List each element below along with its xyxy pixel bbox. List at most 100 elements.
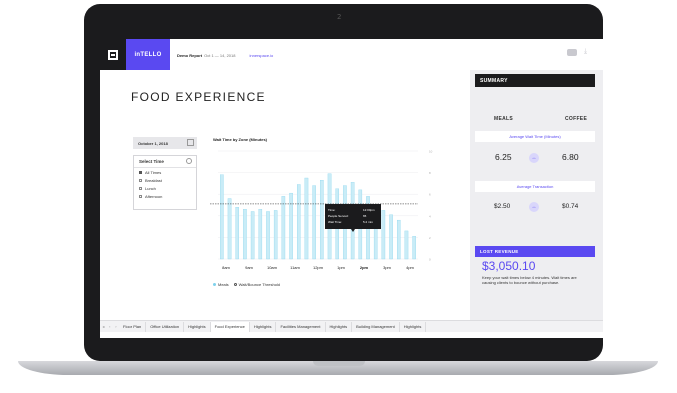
swap-icon-2[interactable]: ↔ bbox=[529, 202, 539, 212]
report-label: Demo Report bbox=[177, 53, 203, 58]
tab-item[interactable]: Food Experience bbox=[210, 321, 250, 332]
bar bbox=[243, 209, 247, 260]
y-tick-label: 8 bbox=[429, 171, 431, 175]
bar bbox=[220, 174, 224, 260]
checkbox-icon[interactable] bbox=[139, 178, 142, 182]
y-tick-label: 4 bbox=[429, 214, 431, 218]
bar bbox=[320, 180, 324, 260]
select-time-panel: Select Time All Times Breakfast Lunch After… bbox=[133, 155, 197, 210]
bar bbox=[397, 219, 401, 260]
time-option[interactable]: Afternoon bbox=[134, 192, 196, 200]
bar bbox=[297, 184, 301, 260]
camera-label: 2 bbox=[337, 13, 342, 21]
date-value: October 1, 2018 bbox=[138, 140, 168, 146]
y-tick-label: 10 bbox=[429, 150, 433, 154]
info-icon[interactable] bbox=[186, 158, 192, 164]
logo-icon bbox=[108, 49, 118, 60]
tab-prev-icon[interactable]: ‹ bbox=[109, 324, 110, 329]
y-tick-label: 6 bbox=[429, 193, 431, 197]
bar bbox=[273, 210, 278, 260]
tab-item[interactable]: Highlights bbox=[326, 321, 353, 332]
report-dates: Oct 1 — 14, 2018 bbox=[204, 53, 236, 58]
bar bbox=[404, 230, 409, 260]
tab-item[interactable]: Building Management bbox=[352, 321, 400, 332]
page-title: FOOD EXPERIENCE bbox=[131, 90, 266, 104]
laptop-notch bbox=[313, 361, 365, 366]
x-tick-label: 1pm bbox=[337, 265, 345, 270]
report-info: Demo Report Oct 1 — 14, 2018 innerspace.io bbox=[177, 53, 273, 58]
checkbox-icon[interactable] bbox=[139, 194, 142, 198]
x-tick-label: 9am bbox=[245, 265, 253, 270]
top-bar: inTELLO Demo Report Oct 1 — 14, 2018 inner… bbox=[100, 39, 603, 70]
x-tick-label: 3pm bbox=[383, 265, 391, 270]
time-option-label: Breakfast bbox=[145, 177, 162, 183]
download-icon[interactable]: ⤓ bbox=[584, 48, 591, 56]
checkbox-icon[interactable] bbox=[139, 170, 142, 174]
bar bbox=[312, 185, 316, 260]
lost-revenue-value: $3,050.10 bbox=[482, 259, 536, 273]
swap-icon[interactable]: ↔ bbox=[529, 153, 539, 163]
bar bbox=[304, 177, 309, 260]
lost-revenue-header: LOST REVENUE bbox=[475, 246, 595, 257]
time-option[interactable]: Lunch bbox=[134, 184, 196, 192]
meals-column-header: MEALS bbox=[494, 116, 513, 122]
tx-meals-value: $2.50 bbox=[494, 203, 511, 210]
tooltip-value: 5.2 min bbox=[363, 220, 373, 224]
time-option-label: All Times bbox=[145, 169, 162, 175]
app-screen: inTELLO Demo Report Oct 1 — 14, 2018 inner… bbox=[100, 39, 603, 338]
tab-item[interactable]: Highlights bbox=[400, 321, 427, 332]
tab-item[interactable]: Facilities Management bbox=[276, 321, 326, 332]
tooltip-label: People Served: bbox=[328, 214, 349, 218]
y-tick-label: 0 bbox=[429, 258, 431, 262]
bar bbox=[289, 192, 293, 260]
bar bbox=[227, 198, 232, 260]
summary-panel: SUMMARY MEALS COFFEE Average Wait Time (… bbox=[470, 70, 603, 320]
x-tick-label: 11am bbox=[290, 265, 300, 270]
bar bbox=[389, 214, 393, 260]
time-option[interactable]: Breakfast bbox=[134, 176, 196, 184]
tab-item[interactable]: Highlights bbox=[184, 321, 211, 332]
company-link[interactable]: innerspace.io bbox=[249, 53, 273, 58]
coffee-column-header: COFFEE bbox=[565, 116, 588, 122]
lost-revenue-note: Keep your wait times below 4 minutes. Wa… bbox=[482, 275, 577, 285]
tab-item[interactable]: Highlights bbox=[250, 321, 277, 332]
bar bbox=[281, 196, 286, 260]
tooltip-label: Time: bbox=[328, 208, 336, 212]
tab-next-icon[interactable]: › bbox=[115, 324, 116, 329]
bar bbox=[250, 211, 255, 260]
time-option[interactable]: All Times bbox=[134, 168, 196, 176]
wait-time-label: Average Wait Time (Minutes) bbox=[475, 131, 595, 142]
legend-meals: Meals bbox=[218, 282, 229, 287]
transaction-label: Average Transaction bbox=[475, 181, 595, 192]
bar bbox=[412, 236, 416, 260]
bar bbox=[266, 211, 270, 260]
tooltip-label: Wait Time: bbox=[328, 220, 342, 224]
time-option-label: Lunch bbox=[145, 185, 156, 191]
video-icon[interactable] bbox=[567, 49, 577, 56]
tab-first-icon[interactable]: ◂ bbox=[102, 324, 104, 329]
chart-title: Wait Time by Zone (Minutes) bbox=[213, 137, 268, 142]
logo[interactable] bbox=[100, 39, 126, 70]
tab-item[interactable]: Floor Plan bbox=[119, 321, 147, 332]
select-time-header: Select Time bbox=[134, 156, 196, 168]
legend-threshold: Wait/Bounce Threshold bbox=[238, 282, 281, 287]
x-tick-label: 2pm bbox=[360, 265, 369, 270]
tab-bar: ◂ ‹ › Floor Plan Office Utilization Highli… bbox=[100, 320, 603, 332]
brand-name[interactable]: inTELLO bbox=[126, 39, 170, 70]
tooltip-value: 65 bbox=[363, 214, 367, 218]
date-picker[interactable]: October 1, 2018 bbox=[133, 137, 197, 149]
bar bbox=[381, 210, 386, 260]
y-tick-label: 2 bbox=[429, 236, 431, 240]
x-tick-label: 12pm bbox=[313, 265, 324, 270]
select-time-title: Select Time bbox=[139, 159, 164, 164]
legend-meals-dot bbox=[213, 283, 216, 286]
wait-meals-value: 6.25 bbox=[495, 152, 512, 162]
tab-nav: ◂ ‹ › bbox=[100, 324, 119, 329]
checkbox-icon[interactable] bbox=[139, 186, 142, 190]
legend-threshold-dot bbox=[233, 283, 237, 286]
tab-item[interactable]: Office Utilization bbox=[146, 321, 185, 332]
wait-coffee-value: 6.80 bbox=[562, 152, 579, 162]
chart-legend: Meals Wait/Bounce Threshold bbox=[213, 282, 280, 287]
calendar-icon[interactable] bbox=[187, 139, 194, 146]
bar bbox=[258, 209, 263, 260]
